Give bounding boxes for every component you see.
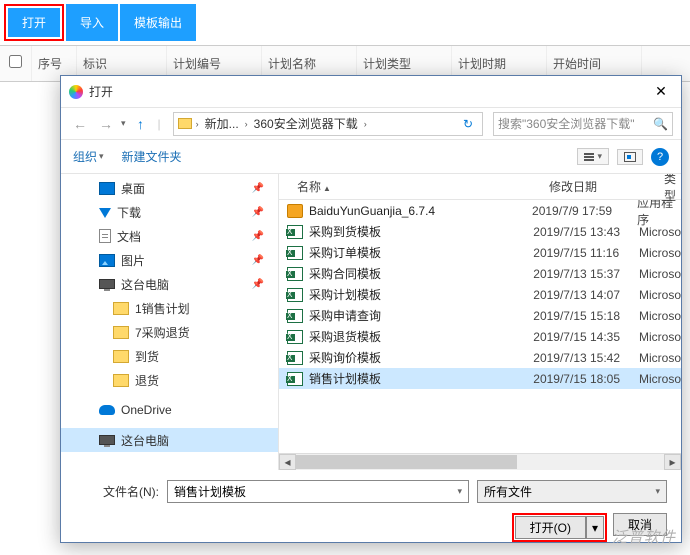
xls-file-icon	[287, 330, 303, 344]
xls-file-icon	[287, 246, 303, 260]
nav-back-button[interactable]: ←	[69, 113, 91, 135]
file-row[interactable]: BaiduYunGuanjia_6.7.42019/7/9 17:59应用程序	[279, 200, 681, 221]
file-row[interactable]: 采购到货模板2019/7/15 13:43Microso	[279, 221, 681, 242]
down-icon	[99, 208, 111, 218]
filename-input[interactable]: 销售计划模板▾	[167, 480, 469, 503]
sidebar-item[interactable]: 文档📌	[61, 224, 278, 248]
file-row[interactable]: 采购申请查询2019/7/15 15:18Microso	[279, 305, 681, 326]
select-all-checkbox[interactable]	[9, 55, 22, 68]
crumb-seg-1[interactable]: 新加...	[203, 115, 241, 132]
header-name[interactable]: 名称▲	[279, 178, 549, 195]
scroll-right-icon[interactable]: ▸	[664, 454, 681, 470]
file-row[interactable]: 采购退货模板2019/7/15 14:35Microso	[279, 326, 681, 347]
file-row[interactable]: 采购合同模板2019/7/13 15:37Microso	[279, 263, 681, 284]
file-row[interactable]: 采购计划模板2019/7/13 14:07Microso	[279, 284, 681, 305]
pc-icon	[99, 279, 115, 289]
scroll-thumb[interactable]	[296, 455, 517, 469]
desktop-icon	[99, 182, 115, 195]
open-button[interactable]: 打开	[8, 8, 60, 37]
preview-pane-button[interactable]	[617, 149, 643, 165]
pic-icon	[99, 254, 115, 267]
folder-icon	[178, 118, 192, 129]
header-date[interactable]: 修改日期	[549, 178, 664, 195]
folder-icon	[113, 326, 129, 339]
sidebar-item[interactable]: OneDrive	[61, 398, 278, 422]
xls-file-icon	[287, 372, 303, 386]
watermark: 泛普软件	[612, 526, 676, 547]
sidebar-item[interactable]: 到货	[61, 344, 278, 368]
folder-icon	[113, 374, 129, 387]
file-row[interactable]: 采购询价模板2019/7/13 15:42Microso	[279, 347, 681, 368]
xls-file-icon	[287, 288, 303, 302]
close-icon[interactable]: ✕	[649, 80, 673, 104]
template-export-button[interactable]: 模板输出	[120, 4, 196, 41]
pin-icon: 📌	[252, 255, 264, 266]
open-file-dialog: 打开 ✕ ← → ▾ ↑ | › 新加... › 360安全浏览器下载 › ↻ …	[60, 75, 682, 543]
dialog-open-dropdown[interactable]: ▾	[586, 516, 604, 539]
folder-icon	[113, 302, 129, 315]
nav-up-button[interactable]: ↑	[130, 113, 152, 135]
dialog-app-icon	[69, 85, 83, 99]
pin-icon: 📌	[252, 207, 264, 218]
sidebar-item[interactable]: 桌面📌	[61, 176, 278, 200]
sidebar-item[interactable]: 7采购退货	[61, 320, 278, 344]
search-input[interactable]: 搜索"360安全浏览器下载" 🔍	[493, 112, 673, 136]
breadcrumb[interactable]: › 新加... › 360安全浏览器下载 › ↻	[173, 112, 483, 136]
sidebar-item[interactable]: 这台电脑📌	[61, 272, 278, 296]
sidebar-item[interactable]: 这台电脑	[61, 428, 278, 452]
dialog-open-button[interactable]: 打开(O)	[515, 516, 586, 539]
doc-icon	[99, 229, 111, 243]
horizontal-scrollbar[interactable]: ◂ ▸	[279, 453, 681, 470]
pc-icon	[99, 435, 115, 445]
file-list: BaiduYunGuanjia_6.7.42019/7/9 17:59应用程序采…	[279, 200, 681, 453]
folder-icon	[113, 350, 129, 363]
sidebar-item[interactable]: 退货	[61, 368, 278, 392]
nav-forward-button[interactable]: →	[95, 113, 117, 135]
xls-file-icon	[287, 309, 303, 323]
xls-file-icon	[287, 351, 303, 365]
nav-history-dropdown[interactable]: ▾	[121, 118, 126, 129]
file-row[interactable]: 采购订单模板2019/7/15 11:16Microso	[279, 242, 681, 263]
search-icon: 🔍	[653, 117, 668, 131]
pin-icon: 📌	[252, 279, 264, 290]
import-button[interactable]: 导入	[66, 4, 118, 41]
dialog-title: 打开	[89, 83, 649, 100]
xls-file-icon	[287, 267, 303, 281]
crumb-seg-2[interactable]: 360安全浏览器下载	[252, 115, 360, 132]
view-mode-button[interactable]: ▾	[577, 148, 609, 165]
file-list-header: 名称▲ 修改日期 类型	[279, 174, 681, 200]
sidebar: 桌面📌下载📌文档📌图片📌这台电脑📌1销售计划7采购退货到货退货OneDrive这…	[61, 174, 279, 470]
filetype-filter[interactable]: 所有文件▾	[477, 480, 667, 503]
pin-icon: 📌	[252, 231, 264, 242]
scroll-left-icon[interactable]: ◂	[279, 454, 296, 470]
sidebar-item[interactable]: 图片📌	[61, 248, 278, 272]
filename-label: 文件名(N):	[75, 483, 159, 500]
organize-menu[interactable]: 组织 ▾	[73, 148, 104, 165]
sidebar-item[interactable]: 1销售计划	[61, 296, 278, 320]
help-icon[interactable]: ?	[651, 148, 669, 166]
pin-icon: 📌	[252, 183, 264, 194]
app-file-icon	[287, 204, 303, 218]
file-row[interactable]: 销售计划模板2019/7/15 18:05Microso	[279, 368, 681, 389]
cloud-icon	[99, 405, 115, 415]
new-folder-button[interactable]: 新建文件夹	[122, 148, 182, 165]
refresh-icon[interactable]: ↻	[458, 117, 478, 131]
sidebar-item[interactable]: 下载📌	[61, 200, 278, 224]
xls-file-icon	[287, 225, 303, 239]
